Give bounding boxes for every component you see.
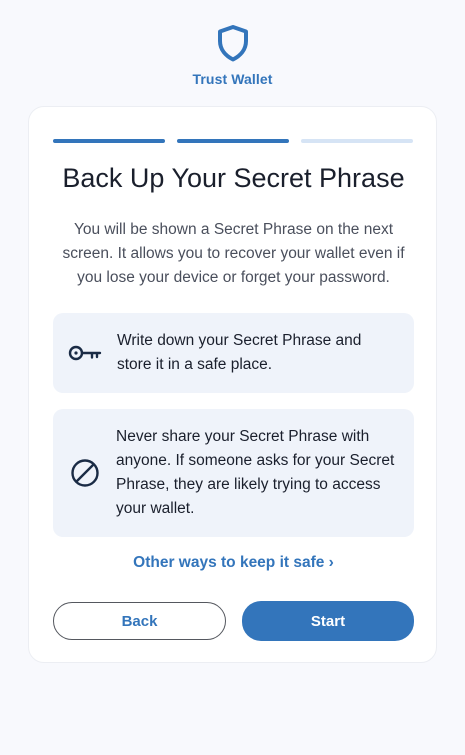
start-button[interactable]: Start [242, 601, 414, 641]
brand-name: Trust Wallet [192, 71, 273, 87]
backup-card: Back Up Your Secret Phrase You will be s… [28, 106, 437, 663]
progress-indicator [53, 139, 413, 143]
other-ways-link[interactable]: Other ways to keep it safe › [29, 554, 438, 572]
shield-icon [216, 24, 250, 62]
backup-page: Trust Wallet Back Up Your Secret Phrase … [0, 0, 465, 755]
tip-text: Never share your Secret Phrase with anyo… [116, 428, 395, 517]
key-icon [68, 343, 102, 363]
progress-step-3 [301, 139, 413, 143]
brand-logo: Trust Wallet [0, 24, 465, 87]
tip-text: Write down your Secret Phrase and store … [117, 332, 362, 373]
progress-step-2 [177, 139, 289, 143]
page-title: Back Up Your Secret Phrase [62, 163, 405, 193]
progress-step-1 [53, 139, 165, 143]
back-button[interactable]: Back [53, 602, 226, 640]
tip-write-down: Write down your Secret Phrase and store … [53, 313, 414, 393]
prohibited-icon [68, 458, 102, 488]
page-description: You will be shown a Secret Phrase on the… [62, 221, 405, 286]
tip-never-share: Never share your Secret Phrase with anyo… [53, 409, 414, 537]
